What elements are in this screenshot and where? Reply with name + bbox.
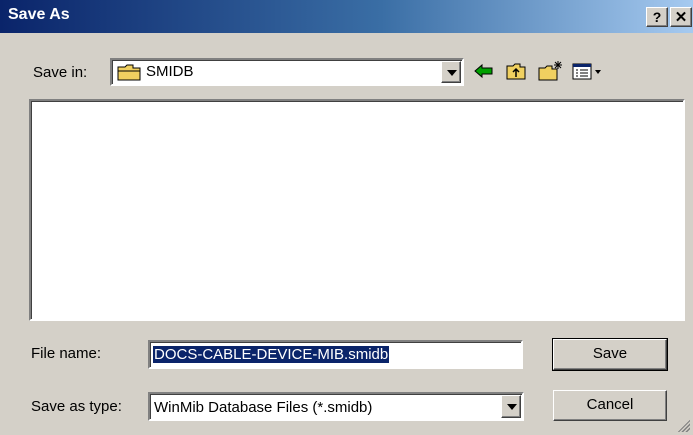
new-folder-icon xyxy=(538,61,562,81)
save-in-combo[interactable]: SMIDB xyxy=(110,58,464,86)
close-icon: ✕ xyxy=(674,9,688,26)
file-name-value: DOCS-CABLE-DEVICE-MIB.smidb xyxy=(153,346,390,363)
file-list[interactable] xyxy=(29,99,685,321)
up-folder-icon xyxy=(506,63,526,80)
save-as-type-dropdown-button[interactable] xyxy=(501,395,521,418)
help-button[interactable]: ? xyxy=(646,7,668,27)
save-as-type-value: WinMib Database Files (*.smidb) xyxy=(154,399,373,416)
save-in-value: SMIDB xyxy=(146,63,194,80)
resize-grip[interactable] xyxy=(678,420,690,432)
back-button[interactable] xyxy=(470,59,498,83)
cancel-button[interactable]: Cancel xyxy=(553,390,667,421)
save-button[interactable]: Save xyxy=(552,338,668,371)
save-in-label: Save in: xyxy=(33,64,88,81)
save-as-type-label: Save as type: xyxy=(31,398,122,415)
view-menu-button[interactable] xyxy=(570,59,606,83)
save-as-type-combo[interactable]: WinMib Database Files (*.smidb) xyxy=(148,392,524,421)
file-name-label: File name: xyxy=(31,345,102,362)
folder-icon xyxy=(117,63,141,81)
back-arrow-icon xyxy=(474,63,493,79)
chevron-down-icon xyxy=(447,70,457,76)
title-bar[interactable] xyxy=(0,0,693,33)
view-menu-icon xyxy=(572,63,601,80)
create-new-folder-button[interactable] xyxy=(536,59,564,83)
window-title: Save As xyxy=(8,6,70,23)
up-one-level-button[interactable] xyxy=(502,59,530,83)
close-button[interactable]: ✕ xyxy=(670,7,692,27)
chevron-down-icon xyxy=(507,404,517,410)
save-in-dropdown-button[interactable] xyxy=(441,61,461,83)
file-name-input[interactable]: DOCS-CABLE-DEVICE-MIB.smidb xyxy=(148,340,523,369)
